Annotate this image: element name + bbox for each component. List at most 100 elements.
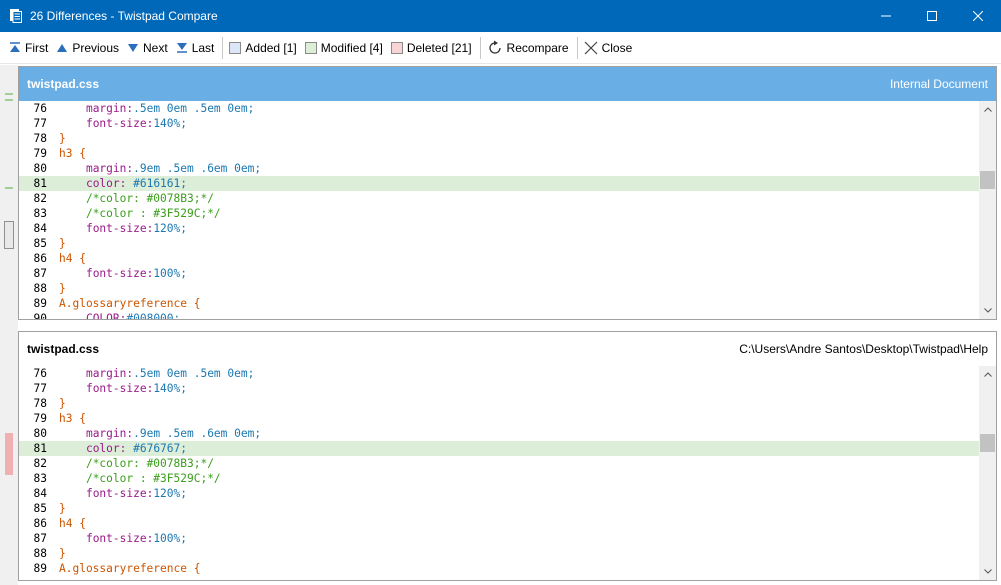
left-document-panel: twistpad.css Internal Document 76 margin…	[18, 66, 997, 320]
left-code-editor[interactable]: 76 margin:.5em 0em .5em 0em; 77 font-size…	[19, 101, 979, 319]
toolbar-separator	[576, 36, 578, 59]
code-line[interactable]: 87 font-size:100%;	[19, 266, 979, 281]
line-text: color: #676767;	[85, 442, 187, 455]
close-label: Close	[601, 40, 633, 55]
code-line[interactable]: 89 A.glossaryreference {	[19, 561, 979, 576]
right-filename: twistpad.css	[27, 342, 100, 356]
close-button[interactable]: Close	[581, 36, 636, 60]
code-line[interactable]: 77 font-size:140%;	[19, 381, 979, 396]
code-line[interactable]: 82 /*color: #0078B3;*/	[19, 191, 979, 206]
line-number: 83	[33, 207, 47, 220]
code-line[interactable]: 87 font-size:100%;	[19, 531, 979, 546]
deleted-filter[interactable]: Deleted [21]	[388, 36, 475, 60]
code-line[interactable]: 89 A.glossaryreference {	[19, 296, 979, 311]
scroll-down-button[interactable]	[979, 563, 996, 580]
code-line[interactable]: 77 font-size:140%;	[19, 116, 979, 131]
code-line[interactable]: 78}	[19, 396, 979, 411]
close-window-button[interactable]	[955, 0, 1001, 32]
line-number: 77	[33, 117, 47, 130]
scroll-up-button[interactable]	[979, 366, 996, 383]
line-text: margin:.5em 0em .5em 0em;	[85, 102, 255, 115]
line-text: /*color : #3F529C;*/	[85, 472, 221, 485]
chevron-down-icon	[983, 569, 992, 574]
code-line[interactable]: 85}	[19, 236, 979, 251]
scroll-thumb[interactable]	[980, 171, 995, 189]
modified-filter[interactable]: Modified [4]	[302, 36, 386, 60]
modified-swatch	[304, 41, 317, 54]
line-number: 79	[33, 147, 47, 160]
line-text: /*color: #0078B3;*/	[85, 457, 214, 470]
line-text: h3 {	[59, 147, 86, 160]
code-line[interactable]: 84 font-size:120%;	[19, 486, 979, 501]
line-number: 76	[33, 102, 47, 115]
toolbar-separator	[479, 36, 481, 59]
diff-marker[interactable]	[5, 433, 13, 475]
line-number: 86	[33, 252, 47, 265]
line-text: }	[59, 397, 66, 410]
left-vertical-scrollbar[interactable]	[979, 101, 996, 319]
code-line[interactable]: 84 font-size:120%;	[19, 221, 979, 236]
code-line[interactable]: 83 /*color : #3F529C;*/	[19, 471, 979, 486]
right-vertical-scrollbar[interactable]	[979, 366, 996, 580]
previous-button[interactable]: Previous	[53, 36, 122, 60]
close-icon	[973, 11, 983, 21]
line-text: font-size:120%;	[85, 487, 187, 500]
code-line[interactable]: 76 margin:.5em 0em .5em 0em;	[19, 366, 979, 381]
code-line[interactable]: 83 /*color : #3F529C;*/	[19, 206, 979, 221]
refresh-icon	[488, 40, 501, 54]
line-text: h4 {	[59, 252, 86, 265]
code-line[interactable]: 86 h4 {	[19, 251, 979, 266]
diff-marker[interactable]	[5, 93, 13, 95]
toolbar: First Previous Next Last Added [1] Modif…	[0, 32, 1001, 64]
scroll-thumb[interactable]	[980, 434, 995, 452]
modified-code-line[interactable]: 81 color: #616161;	[19, 176, 979, 191]
line-number: 80	[33, 427, 47, 440]
right-panel-header: twistpad.css C:\Users\Andre Santos\Deskt…	[19, 332, 996, 366]
modified-label: Modified [4]	[320, 40, 383, 55]
code-line[interactable]: 82 /*color: #0078B3;*/	[19, 456, 979, 471]
window-title: 26 Differences - Twistpad Compare	[30, 9, 218, 23]
last-button[interactable]: Last	[173, 36, 218, 60]
line-text: COLOR:#008000;	[85, 312, 181, 319]
added-label: Added [1]	[245, 40, 297, 55]
modified-code-line[interactable]: 81 color: #676767;	[19, 441, 979, 456]
diff-marker[interactable]	[5, 187, 13, 189]
scroll-up-button[interactable]	[979, 101, 996, 118]
diff-marker[interactable]	[5, 99, 13, 101]
line-text: A.glossaryreference {	[59, 562, 201, 575]
difference-overview-gutter[interactable]	[0, 65, 18, 585]
code-line[interactable]: 80 margin:.9em .5em .6em 0em;	[19, 426, 979, 441]
code-line[interactable]: 90 COLOR:#008000;	[19, 311, 979, 319]
viewport-marker[interactable]	[4, 221, 14, 249]
code-line[interactable]: 78}	[19, 131, 979, 146]
line-number: 89	[33, 562, 47, 575]
line-number: 88	[33, 282, 47, 295]
code-line[interactable]: 76 margin:.5em 0em .5em 0em;	[19, 101, 979, 116]
first-button[interactable]: First	[6, 36, 51, 60]
code-line[interactable]: 85}	[19, 501, 979, 516]
maximize-button[interactable]	[909, 0, 955, 32]
line-number: 82	[33, 192, 47, 205]
line-text: }	[59, 502, 66, 515]
left-filename: twistpad.css	[27, 77, 100, 91]
line-number: 84	[33, 487, 47, 500]
code-line[interactable]: 88}	[19, 281, 979, 296]
minimize-button[interactable]	[863, 0, 909, 32]
line-text: color: #616161;	[85, 177, 187, 190]
line-text: font-size:140%;	[85, 382, 187, 395]
close-icon	[584, 41, 597, 54]
next-button[interactable]: Next	[124, 36, 171, 60]
code-line[interactable]: 80 margin:.9em .5em .6em 0em;	[19, 161, 979, 176]
scroll-down-button[interactable]	[979, 302, 996, 319]
line-text: }	[59, 282, 66, 295]
line-text: h4 {	[59, 517, 86, 530]
right-code-editor[interactable]: 76 margin:.5em 0em .5em 0em; 77 font-size…	[19, 366, 979, 580]
recompare-button[interactable]: Recompare	[484, 36, 572, 60]
code-line[interactable]: 79 h3 {	[19, 411, 979, 426]
right-location: C:\Users\Andre Santos\Desktop\Twistpad\H…	[739, 342, 988, 356]
code-line[interactable]: 86 h4 {	[19, 516, 979, 531]
code-line[interactable]: 79 h3 {	[19, 146, 979, 161]
line-text: font-size:140%;	[85, 117, 187, 130]
added-filter[interactable]: Added [1]	[226, 36, 299, 60]
code-line[interactable]: 88}	[19, 546, 979, 561]
